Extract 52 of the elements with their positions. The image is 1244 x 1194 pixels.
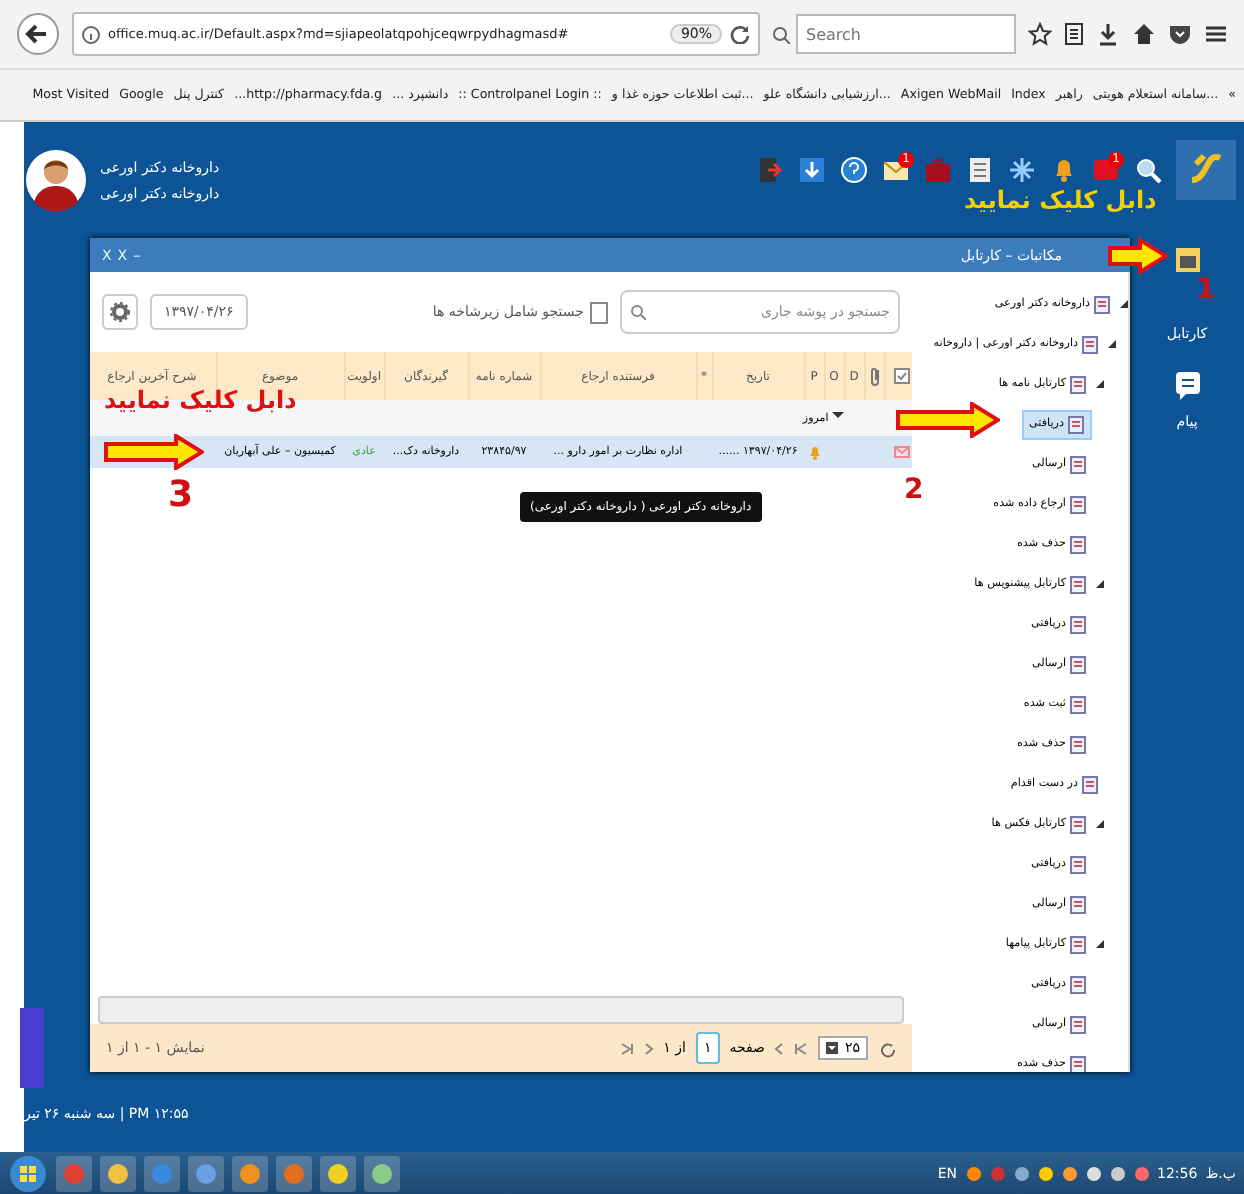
reload-icon[interactable] [730, 24, 750, 44]
next-page-icon[interactable] [643, 1041, 654, 1055]
download-icon[interactable] [1096, 22, 1120, 46]
document-icon[interactable] [966, 156, 994, 184]
search-field[interactable]: Search [796, 14, 1016, 54]
previous-page-icon[interactable] [774, 1041, 785, 1055]
expand-toggle[interactable] [1108, 340, 1116, 348]
step-number: 2 [904, 474, 924, 506]
expand-toggle[interactable] [1096, 580, 1104, 588]
caret-icon [826, 1042, 839, 1054]
avatar-icon [24, 148, 88, 212]
expand-toggle[interactable] [1096, 820, 1104, 828]
expand-toggle[interactable] [1120, 300, 1128, 308]
snowflake-icon[interactable] [1008, 156, 1036, 184]
pointer-arrow [1108, 238, 1168, 274]
inbox-icon[interactable] [1173, 246, 1201, 274]
pointer-arrow [896, 402, 1000, 438]
scrollbar[interactable] [98, 996, 904, 1024]
color-block [20, 1008, 44, 1088]
settings-icon [110, 302, 130, 322]
search-icon[interactable] [1134, 156, 1162, 184]
info-icon [82, 25, 100, 43]
envelope-icon[interactable] [882, 156, 910, 184]
chat-icon[interactable] [1173, 370, 1201, 402]
step-number: 3 [168, 474, 194, 516]
step-number: 1 [1196, 274, 1216, 306]
download-icon[interactable] [798, 156, 826, 184]
select-all-icon[interactable] [894, 368, 910, 384]
logo-icon [1176, 140, 1236, 200]
first-page-icon[interactable] [794, 1041, 809, 1055]
expand-toggle[interactable] [1096, 380, 1104, 388]
bell-icon [808, 444, 822, 460]
refresh-icon[interactable] [878, 1039, 896, 1057]
door-icon[interactable] [756, 156, 784, 184]
clipboard-icon[interactable] [1064, 22, 1084, 46]
search-icon [772, 25, 790, 43]
paperclip-icon [869, 366, 881, 386]
star-icon[interactable] [1028, 22, 1052, 46]
search-icon [630, 304, 646, 320]
help-icon[interactable] [840, 156, 868, 184]
back-icon[interactable] [16, 12, 60, 56]
bell-icon[interactable] [1050, 156, 1078, 184]
settings-button[interactable] [102, 294, 138, 330]
checkbox[interactable] [590, 301, 608, 323]
annotation-text: دابل کلیک نمایید [964, 186, 1157, 214]
last-page-icon[interactable] [619, 1041, 634, 1055]
envelope-icon [894, 444, 910, 460]
menu-icon[interactable] [1204, 22, 1228, 46]
home-icon[interactable] [1132, 22, 1156, 46]
pointer-arrow [104, 434, 204, 470]
expand-toggle[interactable] [1096, 940, 1104, 948]
start-icon[interactable] [8, 1154, 48, 1194]
